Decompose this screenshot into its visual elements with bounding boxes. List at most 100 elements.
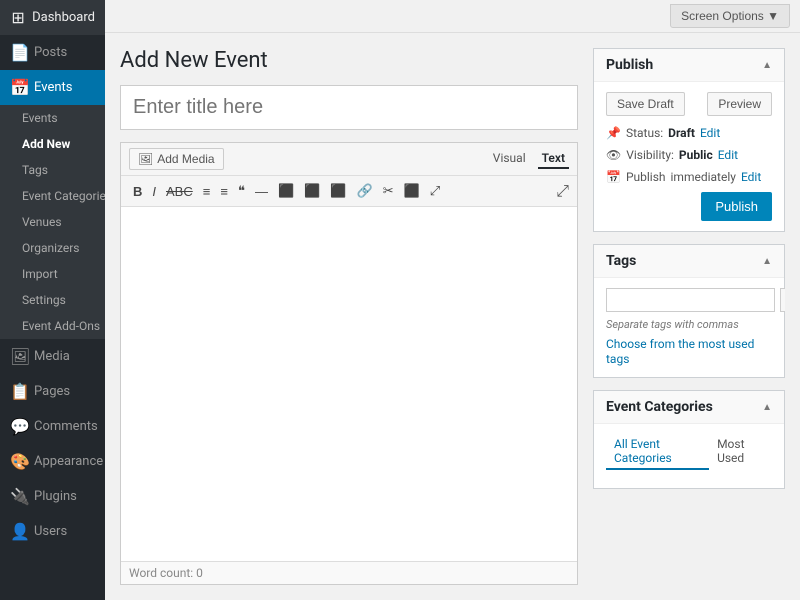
- sidebar-item-media[interactable]: 🖼 Media: [0, 339, 105, 374]
- bold-button[interactable]: B: [129, 182, 146, 201]
- submenu-label: Organizers: [22, 241, 80, 255]
- sidebar-item-posts[interactable]: 📄 Posts: [0, 35, 105, 70]
- publish-time-row: 📅 Publish immediately Edit: [606, 170, 772, 184]
- sidebar-item-label: Events: [34, 80, 72, 95]
- editor-tabs: Visual Text: [489, 149, 569, 169]
- align-right-button[interactable]: ⬛: [326, 181, 350, 201]
- sidebar-item-appearance[interactable]: 🎨 Appearance: [0, 444, 105, 479]
- editor-column: Add New Event 🖼 Add Media Visual Text B …: [120, 48, 578, 585]
- sidebar-item-events-addons[interactable]: Event Add-Ons: [0, 313, 105, 339]
- publish-button[interactable]: Publish: [701, 192, 772, 221]
- sidebar-item-label: Pages: [34, 384, 70, 399]
- align-center-button[interactable]: ⬛: [300, 181, 324, 201]
- sidebar-item-users[interactable]: 👤 Users: [0, 514, 105, 549]
- align-left-button[interactable]: ⬛: [274, 181, 298, 201]
- submenu-label: Venues: [22, 215, 62, 229]
- status-row: 📌 Status: Draft Edit: [606, 126, 772, 140]
- tags-box-title: Tags: [606, 253, 636, 269]
- visibility-icon: 👁: [606, 148, 621, 162]
- events-icon: 📅: [10, 78, 28, 97]
- publish-value: immediately: [671, 170, 736, 184]
- publish-edit-link[interactable]: Edit: [741, 170, 761, 184]
- link-button[interactable]: 🔗: [353, 181, 377, 201]
- main-content: Screen Options ▼ Add New Event 🖼 Add Med…: [105, 0, 800, 600]
- publish-box-title: Publish: [606, 57, 653, 73]
- tab-visual[interactable]: Visual: [489, 149, 530, 169]
- sidebar-item-events-settings[interactable]: Settings: [0, 287, 105, 313]
- category-tabs: All Event Categories Most Used: [606, 434, 772, 470]
- indent-button[interactable]: ⬛: [400, 181, 424, 201]
- strikethrough-button[interactable]: ABC: [162, 182, 197, 201]
- appearance-icon: 🎨: [10, 452, 28, 471]
- sidebar-item-dashboard[interactable]: ⊞ Dashboard: [0, 0, 105, 35]
- sidebar-item-pages[interactable]: 📋 Pages: [0, 374, 105, 409]
- media-icon: 🖼: [10, 347, 28, 366]
- sidebar-item-label: Plugins: [34, 489, 77, 504]
- posts-icon: 📄: [10, 43, 28, 62]
- sidebar-item-label: Users: [34, 524, 67, 539]
- tags-box: Tags ▲ Add Separate tags with commas Cho…: [593, 244, 785, 378]
- events-submenu: Events Add New Tags Event Categories Ven…: [0, 105, 105, 339]
- ol-button[interactable]: ≡: [216, 182, 232, 201]
- right-column: Publish ▲ Save Draft Preview 📌 Status: D…: [593, 48, 785, 585]
- add-media-icon: 🖼: [138, 152, 153, 166]
- screen-options-button[interactable]: Screen Options ▼: [670, 4, 790, 28]
- categories-chevron-icon[interactable]: ▲: [762, 402, 772, 413]
- editor-footer: Word count: 0: [121, 561, 577, 584]
- plugins-icon: 🔌: [10, 487, 28, 506]
- topbar: Screen Options ▼: [105, 0, 800, 33]
- italic-button[interactable]: I: [148, 182, 160, 201]
- save-draft-button[interactable]: Save Draft: [606, 92, 685, 116]
- editor-toolbar: B I ABC ≡ ≡ ❝ — ⬛ ⬛ ⬛ 🔗 ✂ ⬛ ⤢ ⤢: [121, 176, 577, 207]
- publish-box-header: Publish ▲: [594, 49, 784, 82]
- sidebar-item-events-venues[interactable]: Venues: [0, 209, 105, 235]
- submenu-label: Settings: [22, 293, 66, 307]
- sidebar-item-events[interactable]: 📅 Events: [0, 70, 105, 105]
- publish-box: Publish ▲ Save Draft Preview 📌 Status: D…: [593, 48, 785, 232]
- sidebar-item-events-import[interactable]: Import: [0, 261, 105, 287]
- publish-chevron-icon[interactable]: ▲: [762, 60, 772, 71]
- blockquote-button[interactable]: ❝: [234, 181, 249, 201]
- expand-icon[interactable]: ⤢: [556, 181, 569, 201]
- cat-tab-most-used[interactable]: Most Used: [709, 434, 772, 470]
- sidebar-item-events-tags[interactable]: Tags: [0, 157, 105, 183]
- cat-tab-all[interactable]: All Event Categories: [606, 434, 709, 470]
- submenu-label: Event Add-Ons: [22, 319, 100, 333]
- tags-chevron-icon[interactable]: ▲: [762, 256, 772, 267]
- unlink-button[interactable]: ✂: [379, 181, 398, 201]
- draft-preview-row: Save Draft Preview: [606, 92, 772, 116]
- ul-button[interactable]: ≡: [199, 182, 215, 201]
- publish-label: Publish: [626, 170, 666, 184]
- categories-box-header: Event Categories ▲: [594, 391, 784, 424]
- status-value: Draft: [668, 126, 695, 140]
- tag-hint: Separate tags with commas: [606, 318, 772, 331]
- add-tag-button[interactable]: Add: [780, 288, 785, 312]
- most-used-tags-link[interactable]: Choose from the most used tags: [606, 337, 754, 366]
- hr-button[interactable]: —: [251, 182, 272, 201]
- tag-input[interactable]: [606, 288, 775, 312]
- status-icon: 📌: [606, 126, 621, 140]
- tag-input-row: Add: [606, 288, 772, 312]
- sidebar-item-comments[interactable]: 💬 Comments: [0, 409, 105, 444]
- visibility-value: Public: [679, 148, 713, 162]
- add-media-button[interactable]: 🖼 Add Media: [129, 148, 224, 170]
- sidebar-item-events-organizers[interactable]: Organizers: [0, 235, 105, 261]
- sidebar-item-events-categories[interactable]: Event Categories: [0, 183, 105, 209]
- editor-body[interactable]: [121, 207, 577, 561]
- preview-button[interactable]: Preview: [707, 92, 772, 116]
- tags-box-header: Tags ▲: [594, 245, 784, 278]
- sidebar-item-events-new[interactable]: Add New: [0, 131, 105, 157]
- fullscreen-button[interactable]: ⤢: [426, 181, 444, 201]
- sidebar-item-plugins[interactable]: 🔌 Plugins: [0, 479, 105, 514]
- calendar-icon: 📅: [606, 170, 621, 184]
- tab-text[interactable]: Text: [538, 149, 569, 169]
- post-title-input[interactable]: [120, 85, 578, 130]
- editor-box: 🖼 Add Media Visual Text B I ABC ≡ ≡ ❝ —: [120, 142, 578, 585]
- word-count: Word count: 0: [129, 566, 203, 580]
- status-edit-link[interactable]: Edit: [700, 126, 720, 140]
- visibility-edit-link[interactable]: Edit: [718, 148, 738, 162]
- sidebar-item-events-all[interactable]: Events: [0, 105, 105, 131]
- sidebar-item-label: Posts: [34, 45, 67, 60]
- categories-box-title: Event Categories: [606, 399, 713, 415]
- add-media-label: Add Media: [157, 152, 214, 166]
